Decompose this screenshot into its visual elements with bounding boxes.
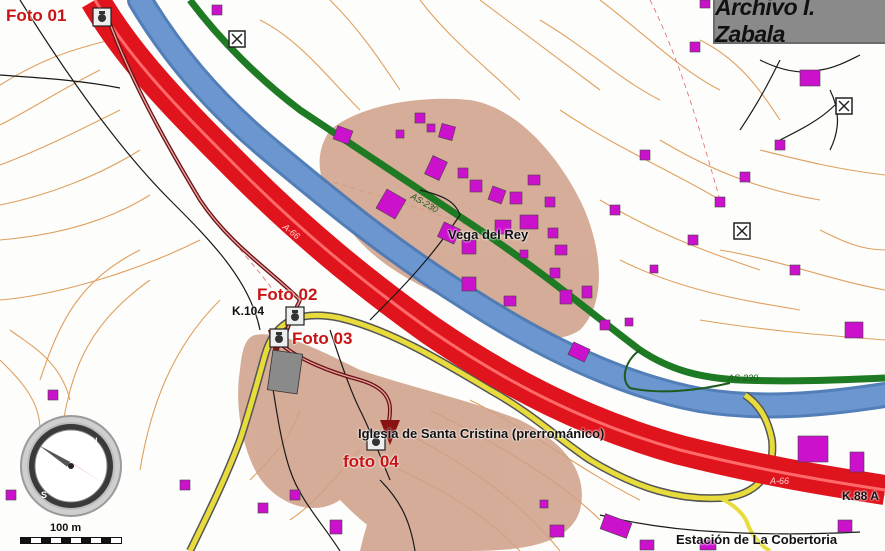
archive-badge: Archivo I. Zabala xyxy=(713,0,885,47)
place-label-vega-del-rey: Vega del Rey xyxy=(448,227,529,242)
km-label-104: K.104 xyxy=(232,304,265,318)
svg-text:S: S xyxy=(41,490,47,500)
place-label-estacion: Estación de La Cobertoria xyxy=(676,532,838,547)
landmark-box-icon[interactable] xyxy=(733,222,751,240)
photo-label-foto04[interactable]: foto 04 xyxy=(343,452,399,472)
scale-bar: 100 m xyxy=(18,520,122,551)
landmark-box-icon[interactable] xyxy=(228,30,246,48)
svg-text:N: N xyxy=(91,436,98,446)
km-label-88: K.88 A xyxy=(842,489,879,503)
landmark-box-icon[interactable] xyxy=(835,97,853,115)
photo-label-foto03[interactable]: Foto 03 xyxy=(292,329,352,349)
scale-ruler xyxy=(20,537,122,544)
photo-label-foto02[interactable]: Foto 02 xyxy=(257,285,317,305)
road-label-a66-right: A-66 xyxy=(769,476,789,486)
compass-icon: N S xyxy=(20,415,122,517)
camera-icon[interactable] xyxy=(285,306,305,326)
scale-text: 100 m xyxy=(50,522,82,534)
archive-label: Archivo I. Zabala xyxy=(715,0,815,47)
camera-icon[interactable] xyxy=(92,7,112,27)
road-label-as230-right: AS-230 xyxy=(727,373,758,383)
camera-icon[interactable] xyxy=(269,328,289,348)
church-building xyxy=(266,349,304,395)
place-label-iglesia: Iglesia de Santa Cristina (prerrománico) xyxy=(358,426,605,441)
map-canvas[interactable]: AS-230 AS-230 A-66 A-66 N S xyxy=(0,0,885,551)
photo-label-foto01[interactable]: Foto 01 xyxy=(6,6,66,26)
